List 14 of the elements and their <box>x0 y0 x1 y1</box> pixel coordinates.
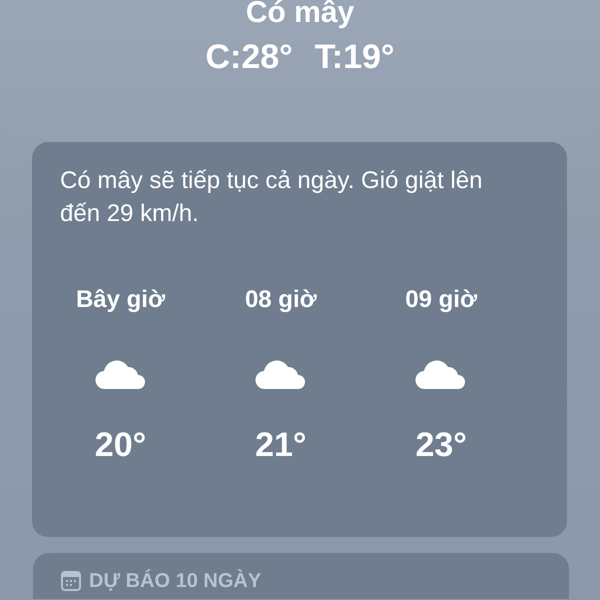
hour-label: Bây giờ <box>74 286 166 315</box>
hour-label: 08 giờ <box>244 286 318 315</box>
hour-temperature: 23° <box>414 426 468 465</box>
cloud-icon <box>94 358 146 390</box>
cloud-icon <box>415 358 468 390</box>
section-title: DỰ BÁO 10 NGÀY <box>89 570 262 592</box>
cloud-icon <box>254 358 307 390</box>
calendar-icon <box>61 571 81 591</box>
hour-temperature: 20° <box>94 426 148 465</box>
low-temperature: T:19° <box>314 38 395 77</box>
forecast-summary: Có mây sẽ tiếp tục cả ngày. Gió giật lên đến 29 km/h. <box>60 166 484 229</box>
high-temperature: C:28° <box>205 38 293 77</box>
hour-label: 09 giờ <box>404 286 478 315</box>
hour-temperature: 21° <box>254 426 308 465</box>
